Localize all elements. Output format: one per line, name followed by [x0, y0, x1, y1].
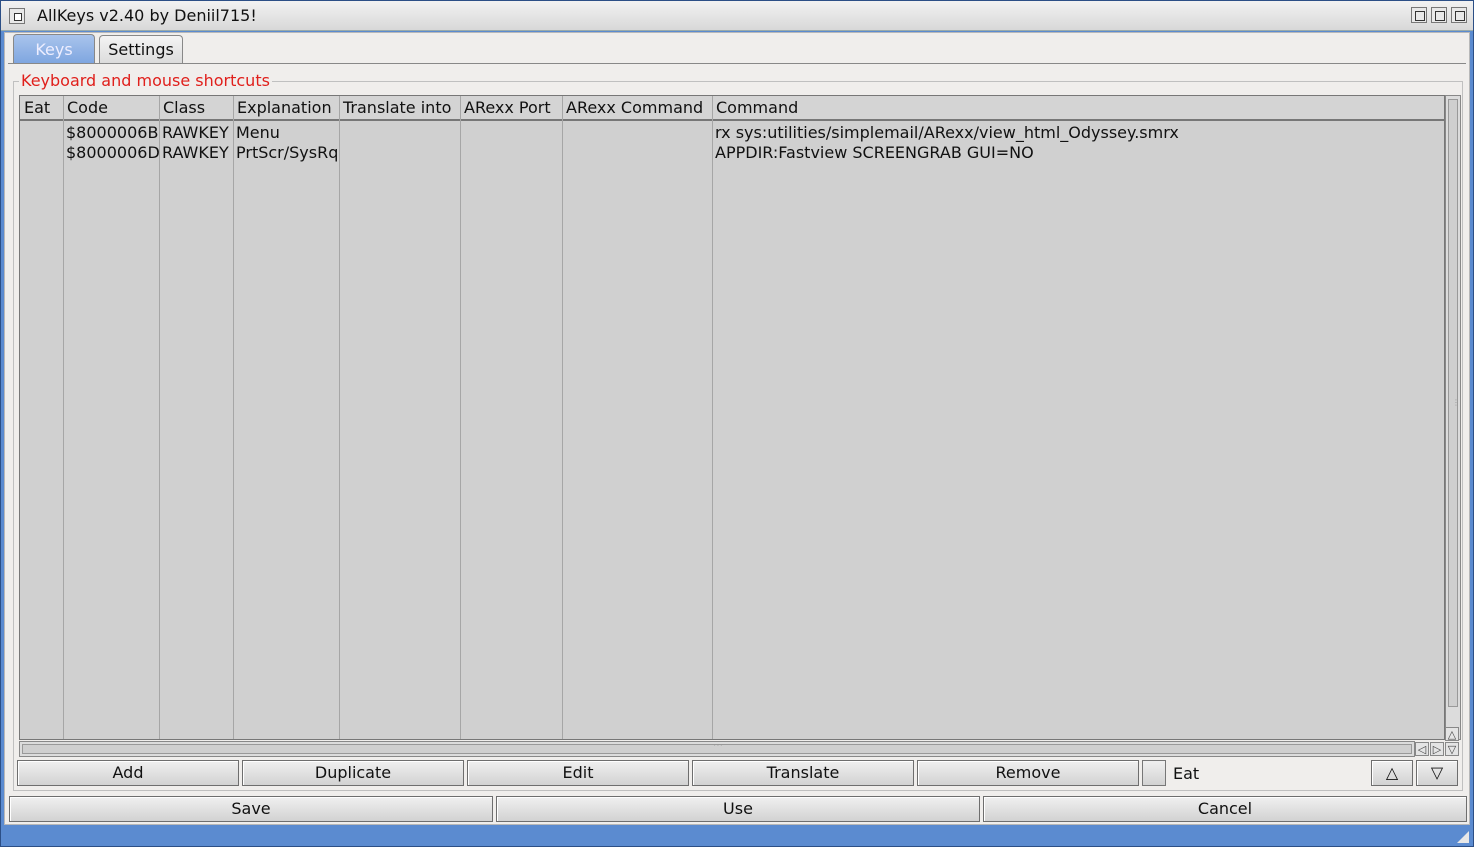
column-separator [460, 96, 461, 739]
eat-checkbox-label: Eat [1173, 764, 1200, 783]
move-up-button[interactable]: △ [1371, 760, 1413, 786]
cell-arexx-port [460, 123, 562, 143]
column-header-code[interactable]: Code [63, 96, 159, 121]
cell-class: RAWKEY [162, 123, 229, 142]
scroll-down-arrow-icon[interactable]: ▽ [1445, 742, 1459, 756]
column-separator [63, 96, 64, 739]
column-separator [159, 96, 160, 739]
use-button[interactable]: Use [496, 796, 980, 822]
depth-icon[interactable] [1451, 7, 1467, 23]
cell-arexx-command [562, 123, 712, 143]
cell-arexx-port [460, 143, 562, 163]
cell-arexx-command [562, 143, 712, 163]
window-bottom-border [1, 826, 1473, 846]
cell-command: rx sys:utilities/simplemail/ARexx/view_h… [715, 123, 1179, 142]
column-header-arexx-port[interactable]: ARexx Port [460, 96, 562, 121]
iconify-icon[interactable] [1411, 7, 1427, 23]
add-button[interactable]: Add [17, 760, 239, 786]
tab-divider [8, 63, 1466, 64]
window-title: AllKeys v2.40 by Deniil715! [37, 6, 257, 25]
zoom-icon[interactable] [1431, 7, 1447, 23]
horizontal-scrollbar[interactable]: ⋯ [19, 740, 1415, 757]
move-down-button[interactable]: ▽ [1416, 760, 1458, 786]
cell-code: $8000006B [66, 123, 159, 142]
scroll-right-arrow-icon[interactable]: ▷ [1430, 742, 1444, 756]
column-header-class[interactable]: Class [159, 96, 233, 121]
cell-class: RAWKEY [162, 143, 229, 162]
column-header-command[interactable]: Command [712, 96, 1444, 121]
cell-translate-into [339, 143, 460, 163]
column-header-translate-into[interactable]: Translate into [339, 96, 460, 121]
save-button[interactable]: Save [9, 796, 493, 822]
shortcuts-list[interactable]: Eat Code Class Explanation Translate int… [19, 95, 1445, 740]
grip-icon: ⋯ [713, 740, 723, 751]
edit-button[interactable]: Edit [467, 760, 689, 786]
column-header-explanation[interactable]: Explanation [233, 96, 339, 121]
vertical-scrollbar[interactable]: ⋮ [1445, 95, 1461, 740]
close-window-icon[interactable] [9, 8, 25, 24]
allkeys-window: AllKeys v2.40 by Deniil715! Keys Setting… [0, 0, 1474, 847]
title-bar[interactable]: AllKeys v2.40 by Deniil715! [1, 1, 1473, 31]
column-separator [562, 96, 563, 739]
column-separator [339, 96, 340, 739]
duplicate-button[interactable]: Duplicate [242, 760, 464, 786]
table-row[interactable]: $8000006D RAWKEY PrtScr/SysRq APPDIR:Fas… [20, 143, 1444, 163]
vertical-scroll-knob[interactable]: ⋮ [1448, 99, 1460, 707]
remove-button[interactable]: Remove [917, 760, 1139, 786]
column-header-eat[interactable]: Eat [20, 96, 63, 121]
cell-command: APPDIR:Fastview SCREENGRAB GUI=NO [715, 143, 1034, 162]
scroll-left-arrow-icon[interactable]: ◁ [1415, 742, 1429, 756]
window-gadgets [1411, 7, 1467, 23]
scroll-up-arrow-icon[interactable]: △ [1445, 727, 1459, 741]
group-title: Keyboard and mouse shortcuts [19, 71, 272, 90]
cell-translate-into [339, 123, 460, 143]
column-header-arexx-command[interactable]: ARexx Command [562, 96, 712, 121]
table-row[interactable]: $8000006B RAWKEY Menu rx sys:utilities/s… [20, 123, 1444, 143]
cancel-button[interactable]: Cancel [983, 796, 1467, 822]
cell-explanation: Menu [236, 123, 280, 142]
horizontal-scroll-knob[interactable]: ⋯ [22, 740, 1412, 754]
grip-icon: ⋮ [1452, 398, 1460, 407]
resize-handle-icon[interactable] [1455, 829, 1469, 843]
cell-code: $8000006D [66, 143, 159, 162]
window-content: Keys Settings Keyboard and mouse shortcu… [4, 32, 1470, 825]
tab-keys[interactable]: Keys [13, 34, 95, 63]
cell-eat [20, 123, 63, 143]
eat-checkbox[interactable] [1142, 760, 1166, 786]
tab-settings[interactable]: Settings [99, 35, 183, 63]
cell-explanation: PrtScr/SysRq [236, 143, 339, 162]
column-separator [233, 96, 234, 739]
cell-eat [20, 143, 63, 163]
column-separator [712, 96, 713, 739]
translate-button[interactable]: Translate [692, 760, 914, 786]
